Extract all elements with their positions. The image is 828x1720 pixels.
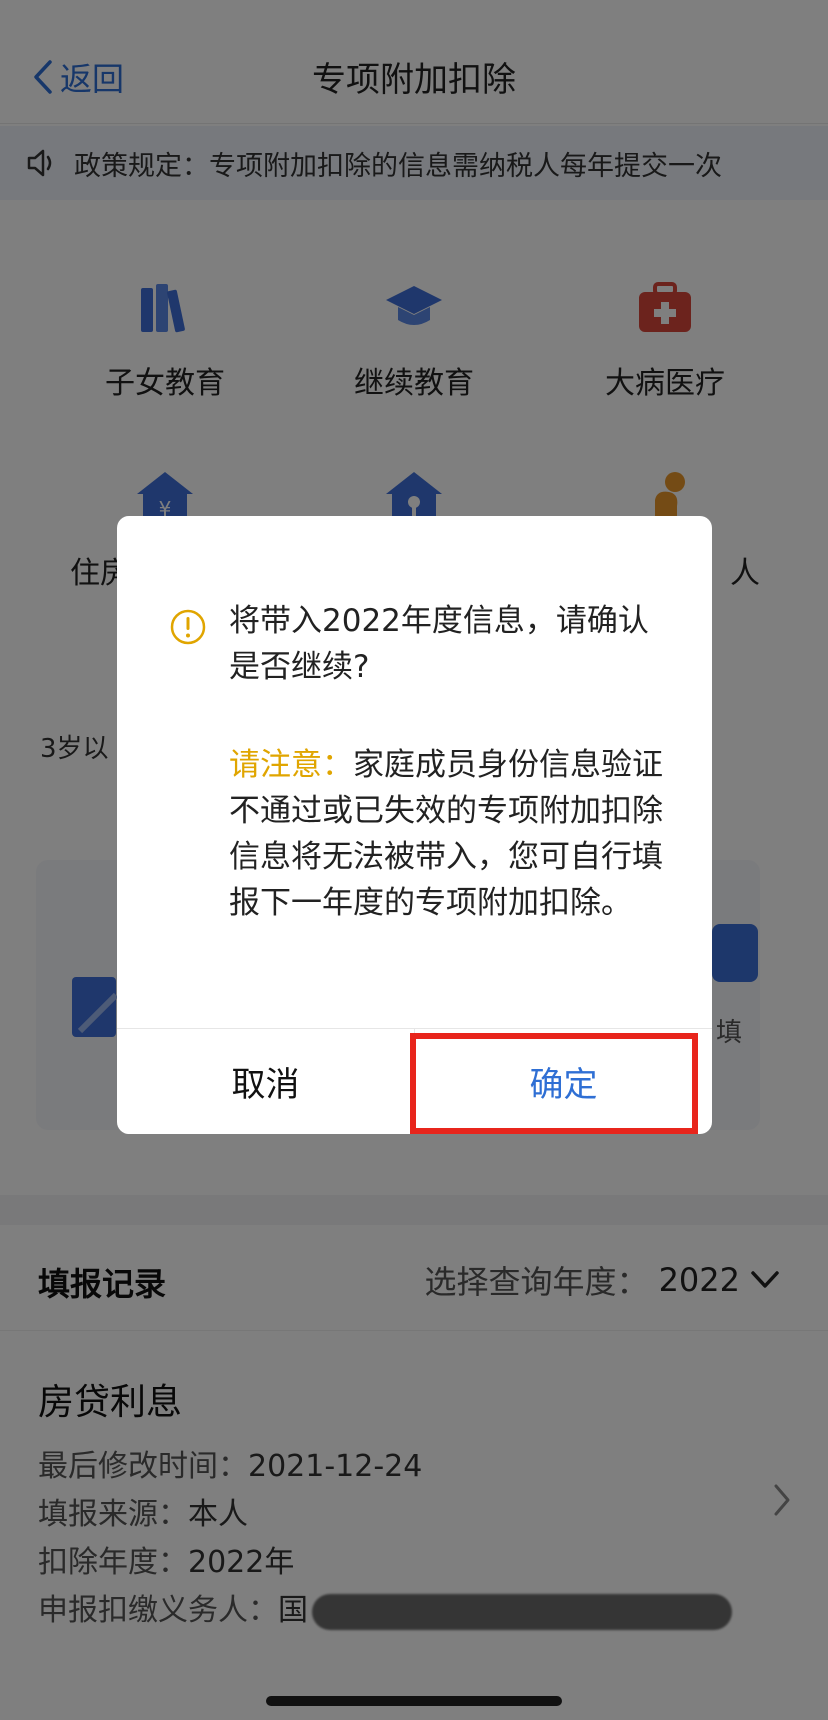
dialog-note: 请注意：家庭成员身份信息验证不通过或已失效的专项附加扣除信息将无法被带入，您可自… <box>229 742 677 926</box>
cancel-button[interactable]: 取消 <box>117 1029 415 1134</box>
warning-icon <box>170 609 206 645</box>
confirm-highlight-box <box>410 1033 698 1134</box>
dialog-message: 将带入2022年度信息，请确认是否继续? <box>229 603 649 685</box>
note-prefix: 请注意： <box>229 747 353 783</box>
